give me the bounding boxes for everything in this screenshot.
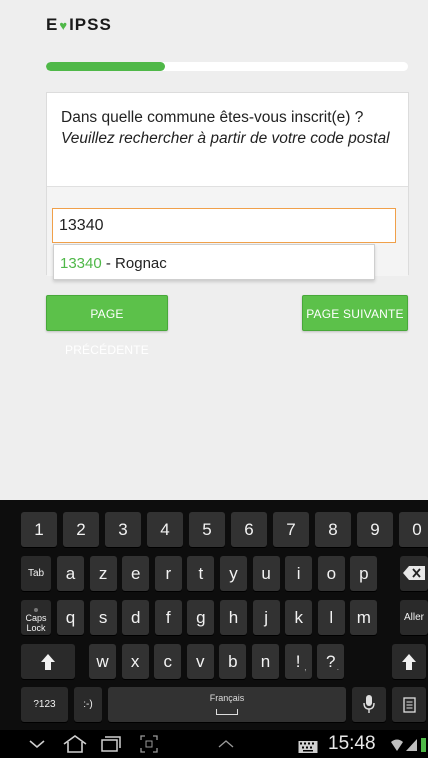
- shift-icon: [402, 654, 416, 670]
- key-m[interactable]: m: [350, 600, 378, 635]
- key-shift-right[interactable]: [392, 644, 426, 679]
- recent-apps-icon[interactable]: [100, 735, 122, 753]
- brand-logo: E ♥ IPSS: [46, 15, 112, 34]
- shift-icon: [41, 654, 55, 670]
- key-clipboard[interactable]: [392, 687, 426, 722]
- key-label: ?: [325, 652, 336, 671]
- key-0[interactable]: 0: [399, 512, 428, 547]
- key-f[interactable]: f: [154, 600, 182, 635]
- key-4[interactable]: 4: [147, 512, 183, 547]
- key-2[interactable]: 2: [63, 512, 99, 547]
- app-header: E ♥ IPSS: [0, 0, 428, 46]
- system-nav-bar: 15:48: [0, 730, 428, 758]
- progress-bar: [46, 62, 408, 71]
- key-y[interactable]: y: [220, 556, 247, 591]
- key-c[interactable]: c: [154, 644, 182, 679]
- key-g[interactable]: g: [187, 600, 215, 635]
- key-label: c: [163, 652, 172, 671]
- status-clock: 15:48: [328, 733, 376, 754]
- key-3[interactable]: 3: [105, 512, 141, 547]
- key-u[interactable]: u: [252, 556, 280, 591]
- postal-code-input-wrapper[interactable]: [52, 208, 396, 243]
- autocomplete-suggestion[interactable]: 13340 - Rognac: [53, 244, 375, 280]
- key-a[interactable]: a: [57, 556, 84, 591]
- key-e[interactable]: e: [122, 556, 150, 591]
- screenshot-icon[interactable]: [140, 735, 158, 753]
- heart-icon: ♥: [59, 17, 69, 33]
- question-text: Dans quelle commune êtes-vous inscrit(e)…: [47, 93, 408, 149]
- key-space[interactable]: Français: [108, 687, 346, 722]
- next-page-button[interactable]: PAGE SUIVANTE: [302, 295, 408, 331]
- progress-fill: [46, 62, 166, 71]
- key-sub-label: ,: [304, 662, 307, 672]
- key-label: x: [130, 652, 140, 671]
- caps-label: Caps Lock: [25, 613, 47, 633]
- question-hint: Veuillez rechercher à partir de votre co…: [61, 130, 390, 147]
- key-emoji[interactable]: :-): [74, 687, 102, 722]
- key-v[interactable]: v: [186, 644, 214, 679]
- key-d[interactable]: d: [122, 600, 150, 635]
- on-screen-keyboard: ?123 :-) Français 1 2 3 4 5 6 7 8 9 0 Tab a z e r t y u i o…: [0, 500, 428, 730]
- key-5[interactable]: 5: [189, 512, 225, 547]
- battery-icon: [421, 738, 426, 752]
- key-backspace[interactable]: [400, 556, 428, 591]
- suggestion-city: - Rognac: [101, 255, 167, 272]
- microphone-icon: [363, 695, 375, 713]
- backspace-icon: [403, 566, 425, 580]
- key-o[interactable]: o: [317, 556, 345, 591]
- key-x[interactable]: x: [121, 644, 149, 679]
- postal-code-input[interactable]: [53, 209, 395, 242]
- key-exclamation[interactable]: !,: [284, 644, 312, 679]
- key-k[interactable]: k: [285, 600, 313, 635]
- key-q[interactable]: q: [57, 600, 84, 635]
- key-label: n: [260, 652, 271, 671]
- key-label: w: [96, 652, 109, 671]
- signal-icon: [406, 739, 417, 751]
- key-sub-label: .: [336, 662, 340, 672]
- key-p[interactable]: p: [350, 556, 378, 591]
- key-8[interactable]: 8: [315, 512, 351, 547]
- key-h[interactable]: h: [220, 600, 247, 635]
- key-j[interactable]: j: [252, 600, 280, 635]
- wifi-icon: [391, 739, 403, 751]
- key-go[interactable]: Aller: [400, 600, 428, 635]
- key-n[interactable]: n: [252, 644, 279, 679]
- back-chevron-icon[interactable]: [28, 735, 46, 753]
- key-1[interactable]: 1: [21, 512, 57, 547]
- previous-page-button[interactable]: PAGE PRÉCÉDENTE: [46, 295, 168, 357]
- key-z[interactable]: z: [89, 556, 117, 591]
- key-6[interactable]: 6: [231, 512, 267, 547]
- question-label: Dans quelle commune êtes-vous inscrit(e)…: [61, 109, 364, 126]
- space-language-label: Français: [209, 693, 245, 703]
- caps-indicator-icon: [34, 608, 38, 612]
- key-9[interactable]: 9: [357, 512, 393, 547]
- key-label: b: [228, 652, 238, 671]
- key-question[interactable]: ?.: [317, 644, 345, 679]
- key-l[interactable]: l: [317, 600, 345, 635]
- key-caps-lock[interactable]: Caps Lock: [21, 600, 51, 635]
- key-shift-left[interactable]: [21, 644, 75, 679]
- key-i[interactable]: i: [285, 556, 313, 591]
- key-label: v: [196, 652, 205, 671]
- key-tab[interactable]: Tab: [21, 556, 51, 591]
- key-label: !: [295, 652, 301, 671]
- home-icon[interactable]: [62, 735, 88, 753]
- suggestion-zip: 13340: [60, 255, 102, 272]
- notification-caret-icon[interactable]: [217, 735, 235, 753]
- key-w[interactable]: w: [89, 644, 116, 679]
- key-symbols[interactable]: ?123: [21, 687, 68, 722]
- key-microphone[interactable]: [352, 687, 386, 722]
- keyboard-indicator-icon: [298, 741, 318, 753]
- key-s[interactable]: s: [89, 600, 117, 635]
- clipboard-icon: [402, 697, 416, 713]
- key-b[interactable]: b: [219, 644, 247, 679]
- key-t[interactable]: t: [187, 556, 215, 591]
- key-7[interactable]: 7: [273, 512, 309, 547]
- space-icon: [216, 709, 238, 715]
- key-r[interactable]: r: [154, 556, 182, 591]
